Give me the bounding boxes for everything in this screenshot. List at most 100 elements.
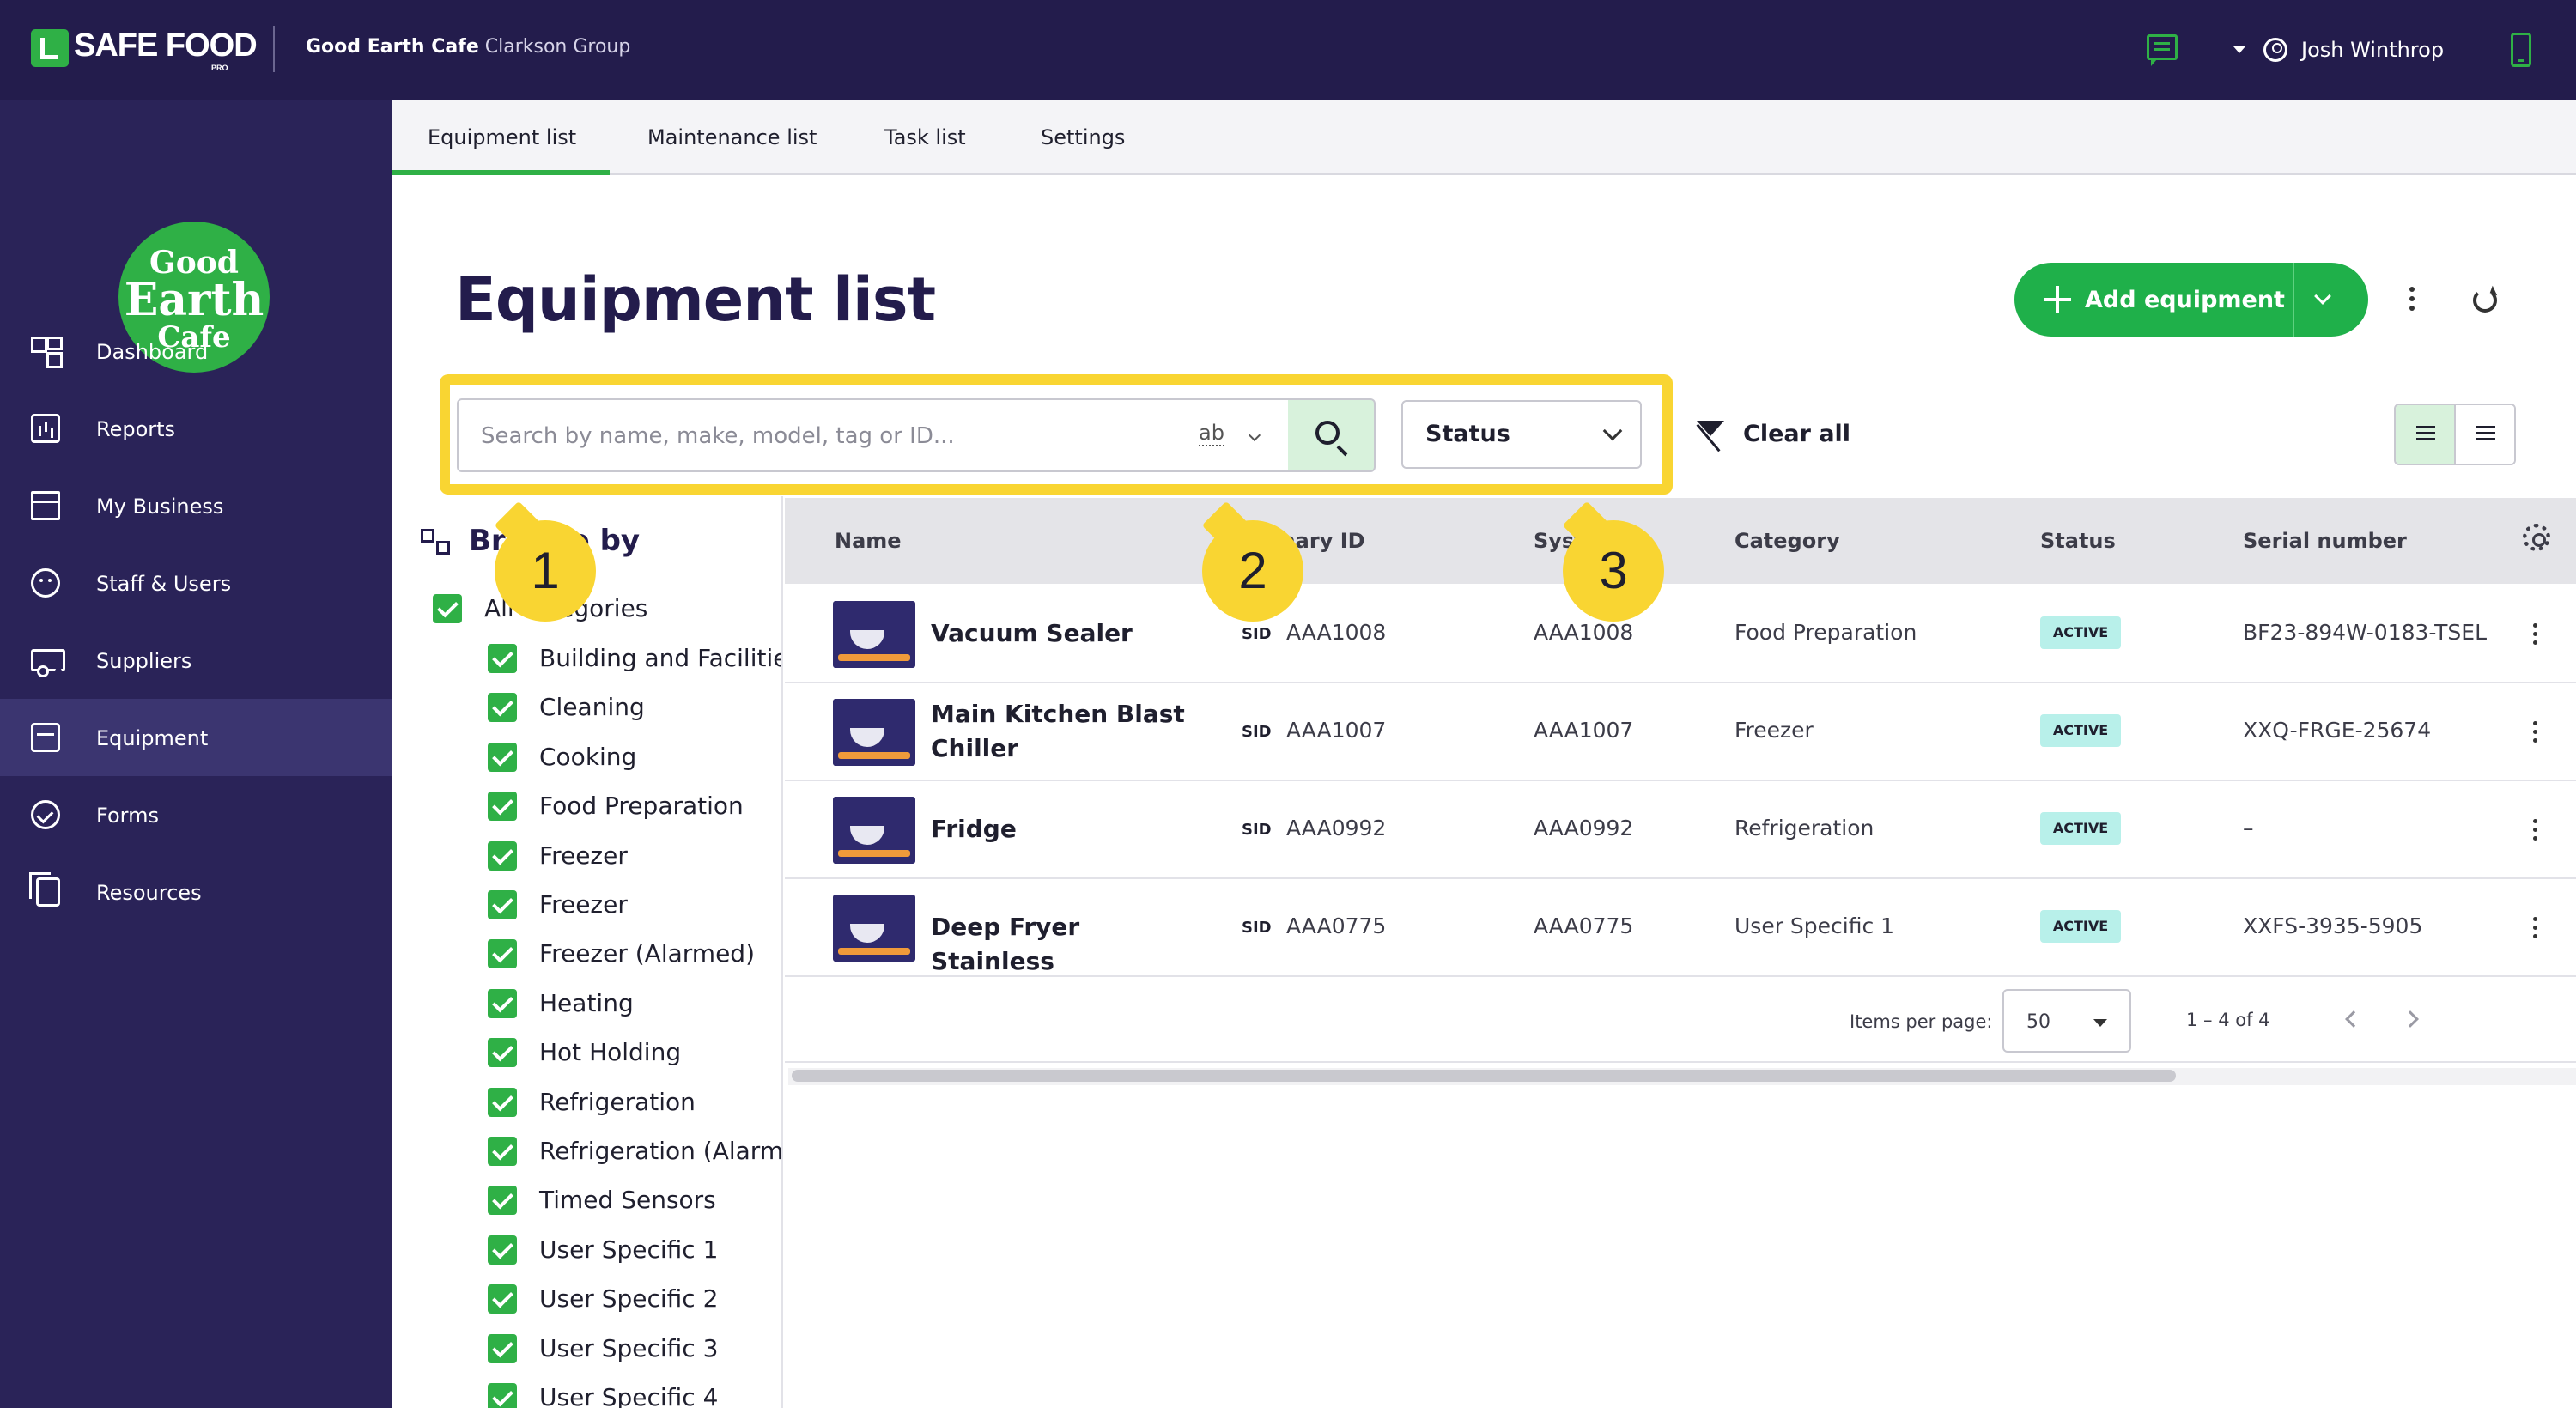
checkbox-checked-icon[interactable] [488, 1186, 517, 1216]
previous-page-icon[interactable] [2345, 1010, 2362, 1028]
mobile-device-icon[interactable] [2511, 33, 2531, 67]
org-secondary: Clarkson Group [484, 36, 631, 58]
system-id: AAA1008 [1534, 620, 1634, 645]
items-per-page-value: 50 [2026, 1011, 2050, 1033]
equipment-name[interactable]: Main Kitchen Blast Chiller [931, 697, 1206, 766]
items-per-page-label: Items per page: [1850, 1011, 1993, 1032]
system-id: AAA0992 [1534, 816, 1634, 841]
dashboard-icon [31, 337, 63, 366]
callout-number: 3 [1599, 542, 1628, 599]
checkbox-checked-icon[interactable] [433, 594, 462, 623]
checkbox-checked-icon[interactable] [488, 644, 517, 673]
table-row[interactable]: Vacuum Sealer SID AAA1008 AAA1008 Food Prepa… [785, 586, 2576, 683]
category-label: User Specific 2 [539, 1284, 719, 1314]
equipment-name[interactable]: Vacuum Sealer [931, 616, 1206, 651]
checkbox-checked-icon[interactable] [488, 1137, 517, 1166]
search-input[interactable] [481, 419, 1185, 453]
checkbox-checked-icon[interactable] [488, 841, 517, 871]
table-row[interactable]: Fridge SID AAA0992 AAA0992 Refrigeration ACTI… [785, 781, 2576, 879]
checkbox-checked-icon[interactable] [488, 742, 517, 772]
tab-maintenance-list[interactable]: Maintenance list [647, 125, 817, 149]
column-category[interactable]: Category [1735, 529, 1840, 553]
checkbox-checked-icon[interactable] [488, 1038, 517, 1068]
category-label: Heating [539, 988, 634, 1017]
search-button[interactable] [1288, 398, 1376, 472]
sidebar-item-staff-users[interactable]: Staff & Users [0, 544, 392, 622]
sidebar-item-forms[interactable]: Forms [0, 776, 392, 853]
row-actions-icon[interactable] [2533, 623, 2537, 628]
page-range: 1 – 4 of 4 [2186, 1010, 2270, 1030]
equipment-name[interactable]: Fridge [931, 812, 1206, 847]
sidebar-item-resources[interactable]: Resources [0, 853, 392, 931]
card-view-icon[interactable] [2396, 405, 2456, 464]
callout-2: 2 [1202, 520, 1303, 622]
chat-icon[interactable] [2147, 34, 2178, 66]
system-id: AAA1007 [1534, 718, 1634, 743]
clear-filter-icon[interactable] [1697, 421, 1724, 436]
checkbox-checked-icon[interactable] [488, 1333, 517, 1363]
refresh-icon[interactable] [2473, 288, 2497, 313]
row-actions-icon[interactable] [2533, 819, 2537, 823]
checkbox-checked-icon[interactable] [488, 792, 517, 822]
items-per-page-select[interactable]: 50 [2002, 989, 2131, 1053]
primary-id: AAA0992 [1286, 816, 1387, 841]
org-switcher[interactable]: Good Earth Cafe Clarkson Group [306, 36, 630, 58]
sidebar-item-my-business[interactable]: My Business [0, 467, 392, 544]
serial-number: BF23-894W-0183-TSEL [2243, 620, 2488, 645]
sid-tag: SID [1242, 625, 1272, 643]
table-row[interactable]: Deep Fryer Stainless SID AAA0775 AAA0775 Use… [785, 879, 2576, 977]
table-row[interactable]: Main Kitchen Blast Chiller SID AAA1007 AAA1… [785, 683, 2576, 781]
caret-down-icon [2093, 1019, 2107, 1027]
column-settings-gear-icon[interactable] [2523, 524, 2550, 551]
brand-tier: PRO [211, 64, 228, 72]
add-equipment-button[interactable]: Add equipment [2085, 287, 2285, 313]
sidebar-item-dashboard[interactable]: Dashboard [0, 313, 392, 390]
status-badge: ACTIVE [2040, 616, 2121, 649]
search-field: ab [457, 398, 1315, 472]
row-actions-icon[interactable] [2533, 721, 2537, 725]
hierarchy-icon [421, 529, 450, 555]
checkbox-checked-icon[interactable] [488, 1087, 517, 1117]
checkbox-checked-icon[interactable] [488, 890, 517, 919]
row-actions-icon[interactable] [2533, 917, 2537, 921]
status-badge: ACTIVE [2040, 714, 2121, 747]
clear-all-button[interactable]: Clear all [1743, 421, 1850, 447]
match-mode-chevron-icon[interactable] [1248, 428, 1261, 442]
checkbox-checked-icon[interactable] [488, 1284, 517, 1314]
column-name[interactable]: Name [835, 529, 902, 553]
browse-panel: Browse by All categories Building and Fa… [392, 496, 783, 1408]
tab-settings[interactable]: Settings [1041, 125, 1125, 149]
more-options-icon[interactable] [2409, 287, 2415, 292]
status-filter-label: Status [1425, 421, 1510, 447]
user-menu-caret-icon[interactable] [2233, 46, 2245, 53]
primary-id: AAA1008 [1286, 620, 1387, 645]
column-status[interactable]: Status [2040, 529, 2116, 553]
staff-icon [31, 568, 60, 598]
checkbox-checked-icon[interactable] [488, 1383, 517, 1408]
match-mode-icon[interactable]: ab [1199, 421, 1224, 446]
user-name[interactable]: Josh Winthrop [2301, 38, 2444, 62]
chevron-down-icon [1602, 421, 1623, 441]
user-avatar-icon[interactable] [2263, 38, 2287, 62]
sidebar-item-reports[interactable]: Reports [0, 390, 392, 467]
sidebar-item-equipment[interactable]: Equipment [0, 699, 392, 776]
sidebar: Good Earth Cafe Dashboard Reports My Bus… [0, 100, 392, 1408]
column-serial-number[interactable]: Serial number [2243, 529, 2407, 553]
next-page-icon[interactable] [2402, 1010, 2419, 1028]
checkbox-checked-icon[interactable] [488, 1235, 517, 1265]
tab-equipment-list[interactable]: Equipment list [428, 125, 576, 149]
add-equipment-split-button: Add equipment [2014, 263, 2368, 337]
sidebar-item-suppliers[interactable]: Suppliers [0, 622, 392, 699]
status-filter-select[interactable]: Status [1401, 400, 1642, 469]
horizontal-scrollbar-thumb[interactable] [792, 1070, 2176, 1082]
list-view-icon[interactable] [2456, 405, 2514, 464]
checkbox-checked-icon[interactable] [488, 693, 517, 723]
equipment-name[interactable]: Deep Fryer Stainless [931, 910, 1206, 979]
category-label: User Specific 4 [539, 1383, 719, 1408]
topbar-divider [273, 26, 275, 72]
add-options-chevron-icon[interactable] [2314, 288, 2331, 305]
checkbox-checked-icon[interactable] [488, 988, 517, 1018]
tab-task-list[interactable]: Task list [884, 125, 966, 149]
business-icon [31, 491, 60, 520]
checkbox-checked-icon[interactable] [488, 939, 517, 969]
